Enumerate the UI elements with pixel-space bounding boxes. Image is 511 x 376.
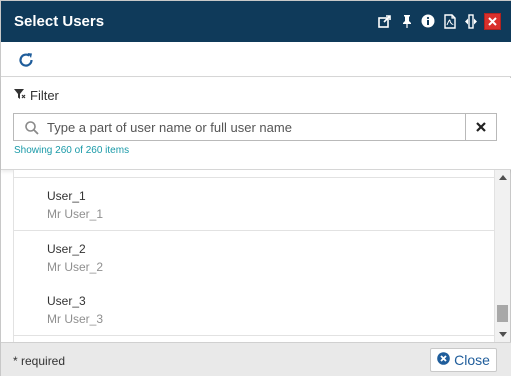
filter-icon xyxy=(14,88,26,103)
scroll-up-icon[interactable] xyxy=(495,170,510,185)
clear-search-button[interactable] xyxy=(466,113,497,141)
close-circle-icon xyxy=(437,352,450,368)
close-icon[interactable] xyxy=(484,13,501,30)
list-item[interactable]: User_3 Mr User_3 xyxy=(14,283,494,336)
external-link-icon[interactable] xyxy=(377,12,393,30)
refresh-icon[interactable] xyxy=(17,51,35,69)
info-icon[interactable] xyxy=(420,12,436,30)
close-button-label: Close xyxy=(454,352,490,368)
search-icon xyxy=(24,120,40,136)
pin-icon[interactable] xyxy=(399,12,415,30)
required-note: * required xyxy=(13,354,66,368)
filter-label: Filter xyxy=(30,88,59,103)
dialog-titlebar[interactable]: Select Users xyxy=(1,1,511,42)
user-full-name: Mr User_2 xyxy=(47,260,104,274)
user-name: User_2 xyxy=(47,242,86,256)
user-name: User_3 xyxy=(47,294,86,308)
list-item[interactable]: User_2 Mr User_2 xyxy=(14,231,494,284)
dialog-toolbar xyxy=(1,42,511,77)
resize-icon[interactable] xyxy=(463,12,479,30)
search-box xyxy=(13,113,466,141)
select-users-dialog: Select Users Filter Type a part of user … xyxy=(0,0,511,376)
user-full-name: Mr User_1 xyxy=(47,207,104,221)
scroll-down-icon[interactable] xyxy=(495,327,510,342)
user-name: User_1 xyxy=(47,189,86,203)
filter-panel: Filter Showing 260 of 260 items xyxy=(1,78,511,170)
clear-icon xyxy=(476,120,486,135)
close-button[interactable]: Close xyxy=(430,348,497,372)
filter-toggle[interactable]: Filter xyxy=(14,88,59,103)
scroll-thumb[interactable] xyxy=(497,305,508,322)
pdf-icon[interactable] xyxy=(442,12,458,30)
search-input[interactable] xyxy=(47,115,462,139)
user-list[interactable]: User_1 Mr User_1 User_2 Mr User_2 User_3… xyxy=(13,170,495,342)
list-item[interactable] xyxy=(14,170,494,178)
items-count: Showing 260 of 260 items xyxy=(14,145,130,156)
dialog-title: Select Users xyxy=(14,13,105,30)
list-item[interactable]: User_1 Mr User_1 xyxy=(14,178,494,231)
list-scrollbar[interactable] xyxy=(495,170,510,342)
user-full-name: Mr User_3 xyxy=(47,312,104,326)
dialog-footer: * required Close xyxy=(1,342,511,376)
